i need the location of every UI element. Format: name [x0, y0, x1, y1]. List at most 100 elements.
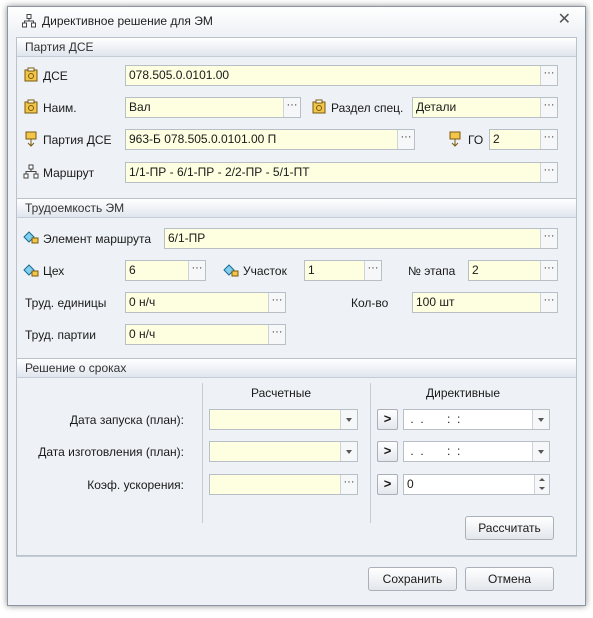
dialog-window: Директивное решение для ЭМ ✕ Партия ДСЕ … [7, 6, 586, 606]
batch-icon [25, 131, 37, 147]
section-spec-label: Раздел спец. [331, 101, 404, 115]
route-ellipsis-button[interactable]: ··· [540, 163, 557, 182]
section-spec-field[interactable]: Детали ··· [412, 97, 558, 118]
column-separator [370, 383, 371, 523]
batch-section-header: Партия ДСЕ [17, 38, 576, 57]
route-field[interactable]: 1/1-ПР - 6/1-ПР - 2/2-ПР - 5/1-ПТ ··· [125, 162, 558, 183]
launch-date-copy-button[interactable]: > [377, 409, 398, 430]
labor-section: Трудоемкость ЭМ Элемент маршрута 6/1-ПР … [16, 198, 577, 359]
route-icon [22, 14, 36, 28]
stage-no-ellipsis-button[interactable]: ··· [540, 261, 557, 280]
calc-column-header: Расчетные [251, 386, 312, 400]
name-value: Вал [129, 100, 151, 114]
quantity-ellipsis-button[interactable]: ··· [540, 293, 557, 312]
launch-date-directive-value: . . : : [407, 412, 461, 426]
launch-date-calc-dropdown[interactable] [340, 410, 357, 429]
accel-coef-copy-button[interactable]: > [377, 474, 398, 495]
launch-date-calc-field[interactable] [209, 409, 358, 430]
column-separator [202, 383, 203, 523]
workshop-field[interactable]: 6 ··· [125, 260, 206, 281]
launch-date-directive-field[interactable]: . . : : [403, 409, 550, 430]
labor-units-value: 0 н/ч [129, 295, 156, 309]
route-icon [23, 164, 39, 179]
route-value: 1/1-ПР - 6/1-ПР - 2/2-ПР - 5/1-ПТ [129, 165, 310, 179]
dse-field[interactable]: 078.505.0.0101.00 ··· [125, 65, 558, 86]
directive-column-header: Директивные [426, 386, 501, 400]
make-date-label: Дата изготовления (план): [38, 445, 184, 459]
footer-separator [16, 556, 577, 557]
labor-units-label: Труд. единицы [25, 296, 107, 310]
accel-coef-spinner[interactable] [534, 475, 549, 494]
quantity-value: 100 шт [416, 295, 455, 309]
go-value: 2 [493, 132, 500, 146]
section-spec-ellipsis-button[interactable]: ··· [540, 98, 557, 117]
close-button[interactable]: ✕ [558, 12, 571, 28]
name-label: Наим. [43, 101, 77, 115]
detail-icon [24, 99, 38, 114]
route-element-icon [23, 231, 39, 244]
batch-dse-label: Партия ДСЕ [43, 133, 112, 147]
make-date-directive-value: . . : : [407, 444, 461, 458]
workshop-value: 6 [129, 263, 136, 277]
labor-batch-field[interactable]: 0 н/ч ··· [125, 324, 286, 345]
accel-coef-label: Коэф. ускорения: [87, 478, 184, 492]
make-date-copy-button[interactable]: > [377, 441, 398, 462]
quantity-field[interactable]: 100 шт ··· [412, 292, 558, 313]
stage-no-label: № этапа [408, 264, 456, 278]
spin-down-icon[interactable] [535, 485, 549, 494]
launch-date-directive-dropdown[interactable] [532, 410, 549, 429]
name-ellipsis-button[interactable]: ··· [283, 98, 300, 117]
go-label: ГО [468, 133, 484, 147]
route-element-value: 6/1-ПР [168, 231, 206, 245]
route-element-label: Элемент маршрута [43, 232, 152, 246]
workshop-ellipsis-button[interactable]: ··· [188, 261, 205, 280]
make-date-calc-field[interactable] [209, 441, 358, 462]
go-ellipsis-button[interactable]: ··· [540, 130, 557, 149]
route-label: Маршрут [43, 166, 95, 180]
batch-dse-value: 963-Б 078.505.0.0101.00 П [129, 132, 277, 146]
window-title: Директивное решение для ЭМ [42, 14, 213, 28]
workshop-label: Цех [43, 264, 65, 278]
stage-no-value: 2 [472, 263, 479, 277]
section-ellipsis-button[interactable]: ··· [364, 261, 381, 280]
spin-up-icon[interactable] [535, 475, 549, 484]
route-element-field[interactable]: 6/1-ПР ··· [164, 228, 558, 249]
labor-batch-label: Труд. партии [25, 328, 96, 342]
make-date-calc-dropdown[interactable] [340, 442, 357, 461]
section-icon [223, 264, 239, 277]
dse-label: ДСЕ [43, 69, 68, 83]
detail-icon [24, 67, 38, 82]
quantity-label: Кол-во [351, 296, 389, 310]
detail-icon [312, 99, 326, 114]
accel-coef-ellipsis-button[interactable]: ··· [340, 475, 357, 494]
labor-units-ellipsis-button[interactable]: ··· [268, 293, 285, 312]
accel-coef-directive-field[interactable]: 0 [403, 474, 550, 495]
go-field[interactable]: 2 ··· [489, 129, 558, 150]
dse-value: 078.505.0.0101.00 [129, 68, 230, 82]
make-date-directive-dropdown[interactable] [532, 442, 549, 461]
batch-section: Партия ДСЕ ДСЕ 078.505.0.0101.00 ··· Наи… [16, 37, 577, 199]
accel-coef-directive-value: 0 [407, 477, 414, 491]
batch-dse-ellipsis-button[interactable]: ··· [397, 130, 414, 149]
make-date-directive-field[interactable]: . . : : [403, 441, 550, 462]
batch-icon [449, 131, 461, 147]
labor-batch-ellipsis-button[interactable]: ··· [268, 325, 285, 344]
dse-ellipsis-button[interactable]: ··· [540, 66, 557, 85]
accel-coef-calc-field[interactable]: ··· [209, 474, 358, 495]
cancel-button[interactable]: Отмена [465, 567, 554, 591]
workshop-icon [23, 264, 39, 277]
name-field[interactable]: Вал ··· [125, 97, 301, 118]
labor-units-field[interactable]: 0 н/ч ··· [125, 292, 286, 313]
title-bar[interactable]: Директивное решение для ЭМ ✕ [8, 7, 585, 35]
route-element-ellipsis-button[interactable]: ··· [540, 229, 557, 248]
stage-no-field[interactable]: 2 ··· [468, 260, 558, 281]
section-value: 1 [308, 263, 315, 277]
batch-dse-field[interactable]: 963-Б 078.505.0.0101.00 П ··· [125, 129, 415, 150]
save-button[interactable]: Сохранить [368, 567, 457, 591]
labor-batch-value: 0 н/ч [129, 327, 156, 341]
section-field[interactable]: 1 ··· [304, 260, 382, 281]
section-label: Участок [243, 264, 287, 278]
section-spec-value: Детали [416, 100, 457, 114]
calculate-button[interactable]: Рассчитать [465, 516, 554, 540]
deadlines-section: Решение о сроках Расчетные Директивные Д… [16, 358, 577, 556]
